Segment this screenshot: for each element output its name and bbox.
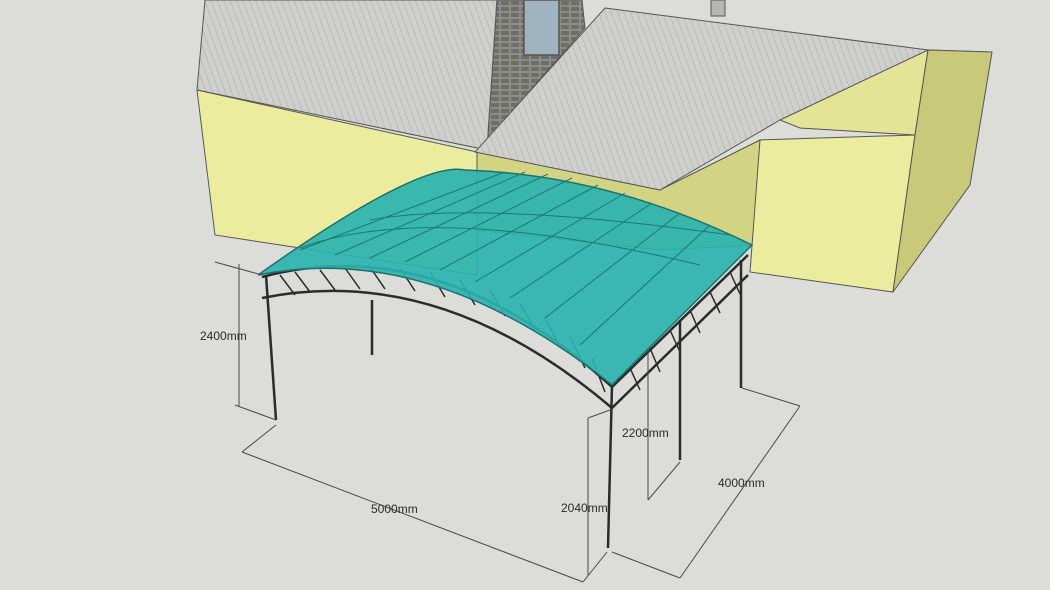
carport-diagram: 2400mm 2200mm 5000mm 2040mm 4000mm <box>196 0 993 583</box>
dim-height-left: 2400mm <box>200 329 247 343</box>
post-front-right <box>606 384 614 549</box>
window <box>523 0 560 56</box>
dim-depth: 4000mm <box>718 476 765 490</box>
dim-width: 5000mm <box>371 502 418 516</box>
chimney-pipe <box>710 0 726 17</box>
dim-height-front: 2040mm <box>561 501 608 515</box>
house-wall-right-front <box>749 134 916 293</box>
dim-height-mid: 2200mm <box>622 426 669 440</box>
